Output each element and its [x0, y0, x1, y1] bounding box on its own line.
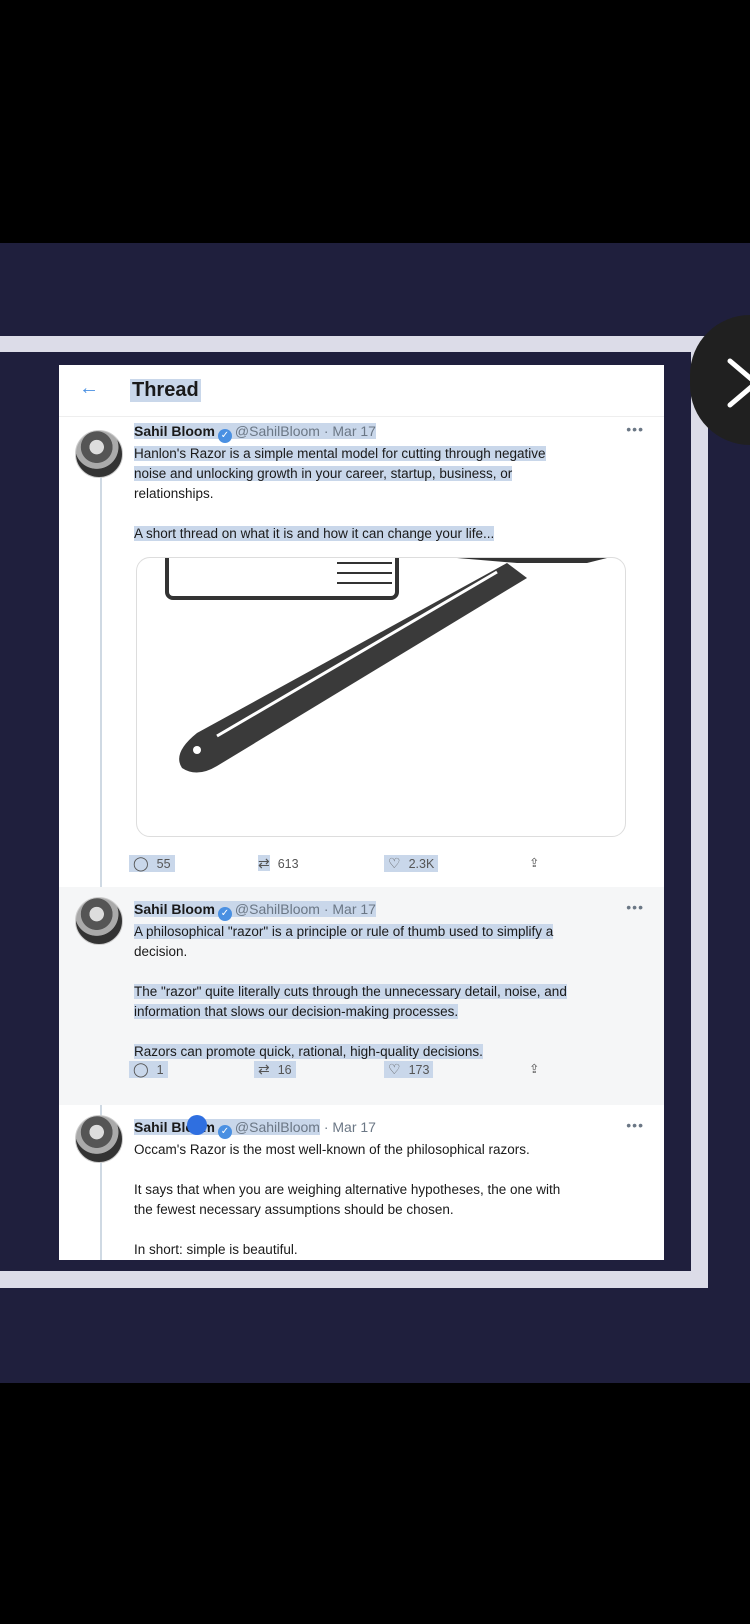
tweet[interactable]: Sahil Bloom ✓ @SahilBloom · Mar 17 ••• Occ…	[59, 1105, 664, 1260]
heart-icon: ♡	[388, 1061, 401, 1077]
like-count: 173	[408, 1063, 430, 1077]
text-line: The "razor" quite literally cuts through…	[134, 984, 567, 999]
reply-count: 1	[156, 1063, 164, 1077]
tweet-date: · Mar 17	[323, 1119, 376, 1135]
text-line: A short thread on what it is and how it …	[134, 526, 495, 541]
verified-icon: ✓	[217, 907, 232, 921]
retweet-count: 16	[277, 1063, 292, 1077]
razor-illustration	[165, 558, 607, 773]
like-button[interactable]: ♡ 2.3K	[384, 855, 439, 872]
tweet[interactable]: Sahil Bloom ✓ @SahilBloom · Mar 17 ••• A p…	[59, 887, 664, 1105]
like-count: 2.3K	[408, 857, 435, 871]
more-icon[interactable]: •••	[626, 1117, 644, 1133]
verified-icon: ✓	[217, 1125, 232, 1139]
tweet-text: A philosophical "razor" is a principle o…	[134, 922, 654, 1062]
tweet[interactable]: Sahil Bloom ✓ @SahilBloom · Mar 17 ••• Han…	[59, 417, 664, 887]
reply-icon: ◯	[133, 855, 149, 871]
heart-icon: ♡	[388, 855, 401, 871]
close-x-icon	[727, 358, 750, 408]
text-line: In short: simple is beautiful.	[134, 1242, 298, 1257]
retweet-icon: ⇄	[258, 1061, 270, 1077]
tweet-text: Occam's Razor is the most well-known of …	[134, 1140, 654, 1260]
tweet-date: · Mar 17	[323, 423, 376, 439]
tweet-actions: ◯ 1 ⇄ 16 ♡ 173 ⇪	[129, 1061, 649, 1083]
text-line: It says that when you are weighing alter…	[134, 1182, 561, 1197]
razor-image[interactable]	[136, 557, 626, 837]
arrow-left-icon[interactable]: ←	[79, 377, 99, 400]
tweet-meta: Sahil Bloom ✓ @SahilBloom · Mar 17	[134, 1119, 376, 1139]
thread-screenshot: ← Thread Sahil Bloom ✓ @SahilBloom · Mar 1…	[59, 365, 664, 1260]
author-name: Sahil Bloom	[134, 423, 215, 439]
verified-icon: ✓	[217, 429, 232, 443]
text-line: decision.	[134, 944, 188, 959]
reply-button[interactable]: ◯ 55	[129, 855, 175, 872]
tweet-meta: Sahil Bloom ✓ @SahilBloom · Mar 17	[134, 901, 376, 921]
tweet-text: Hanlon's Razor is a simple mental model …	[134, 444, 654, 544]
tweet-meta: Sahil Bloom ✓ @SahilBloom · Mar 17	[134, 423, 376, 443]
thread-header: ← Thread	[59, 365, 664, 417]
tweet-actions: ◯ 55 ⇄ 613 ♡ 2.3K ⇪	[129, 855, 649, 877]
author-handle: @SahilBloom	[234, 901, 320, 917]
avatar	[75, 1115, 123, 1163]
text-line: the fewest necessary assumptions should …	[134, 1202, 454, 1217]
reply-icon: ◯	[133, 1061, 149, 1077]
avatar	[75, 897, 123, 945]
text-line: A philosophical "razor" is a principle o…	[134, 924, 554, 939]
page-title: Thread	[130, 379, 201, 402]
text-line: information that slows our decision-maki…	[134, 1004, 459, 1019]
author-handle: @SahilBloom	[234, 423, 320, 439]
text-line: Occam's Razor is the most well-known of …	[134, 1142, 530, 1157]
text-line: noise and unlocking growth in your caree…	[134, 466, 513, 481]
author-name: Sahil Bloom	[134, 901, 215, 917]
reply-button[interactable]: ◯ 1	[129, 1061, 168, 1078]
more-icon[interactable]: •••	[626, 421, 644, 437]
retweet-button[interactable]: ⇄ 613	[254, 855, 303, 872]
reply-count: 55	[156, 857, 171, 871]
author-handle: @SahilBloom	[234, 1119, 320, 1135]
tweet-date: · Mar 17	[323, 901, 376, 917]
like-button[interactable]: ♡ 173	[384, 1061, 434, 1078]
share-icon[interactable]: ⇪	[525, 1061, 543, 1076]
text-line: Hanlon's Razor is a simple mental model …	[134, 446, 546, 461]
more-icon[interactable]: •••	[626, 899, 644, 915]
retweet-button[interactable]: ⇄ 16	[254, 1061, 296, 1078]
text-line: Razors can promote quick, rational, high…	[134, 1044, 483, 1059]
selection-handle[interactable]	[187, 1115, 207, 1135]
retweet-count: 613	[277, 857, 299, 871]
text-line: relationships.	[134, 486, 214, 501]
retweet-icon: ⇄	[258, 855, 270, 871]
avatar	[75, 430, 123, 478]
share-icon[interactable]: ⇪	[525, 855, 543, 870]
